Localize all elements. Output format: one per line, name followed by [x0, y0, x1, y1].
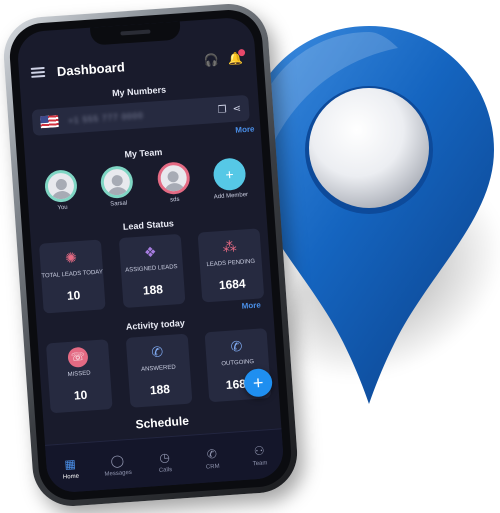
card-label: TOTAL LEADS TODAY: [41, 269, 104, 280]
phone-icon: ✆: [206, 446, 218, 462]
nav-item-home[interactable]: ▦ Home: [51, 455, 91, 482]
nav-label: Messages: [104, 469, 133, 478]
phone-mockup: Dashboard 🎧 🔔 My Numbers +1 555 777 0000…: [1, 1, 300, 509]
answered-call-icon: ✆: [150, 343, 164, 361]
page-title: Dashboard: [56, 58, 126, 79]
card-label: ASSIGNED LEADS: [125, 264, 178, 274]
team-list: You Sarsal sds + Add Member: [32, 156, 259, 213]
total-leads-card[interactable]: ✺ TOTAL LEADS TODAY 10: [38, 239, 106, 314]
card-label: MISSED: [67, 370, 91, 379]
avatar: [156, 161, 191, 196]
missed-calls-card[interactable]: ☏ MISSED 10: [45, 339, 113, 414]
avatar: [100, 165, 135, 200]
share-icon[interactable]: ⋖: [232, 103, 241, 115]
card-label: ANSWERED: [140, 364, 176, 373]
leads-pending-icon: ⁂: [222, 237, 238, 255]
headset-icon[interactable]: 🎧: [203, 52, 220, 69]
activity-more-link[interactable]: More: [241, 300, 261, 310]
phone-number: +1 555 777 0000: [68, 110, 144, 125]
card-value: 10: [66, 288, 81, 303]
card-value: 188: [149, 381, 171, 398]
nav-item-team[interactable]: ⚇ Team: [240, 442, 280, 469]
nav-label: Home: [62, 473, 80, 481]
team-member-you[interactable]: You: [38, 168, 85, 213]
activity-cards: ☏ MISSED 10 ✆ ANSWERED 188 ✆ OUTGOING 16…: [45, 328, 272, 414]
member-name: Add Member: [213, 192, 249, 201]
card-value: 1684: [218, 276, 247, 293]
card-label: LEADS PENDING: [206, 258, 256, 269]
card-value: 188: [142, 282, 164, 298]
team-member-sds[interactable]: sds: [150, 161, 197, 205]
nav-label: CRM: [205, 463, 220, 471]
answered-calls-card[interactable]: ✆ ANSWERED 188: [125, 333, 192, 408]
team-icon: ⚇: [253, 443, 266, 459]
message-icon: ◯: [110, 453, 125, 469]
member-name: Sarsal: [110, 200, 128, 208]
team-member-sarsal[interactable]: Sarsal: [94, 165, 141, 209]
member-name: sds: [169, 196, 180, 204]
us-flag-icon: [40, 115, 59, 129]
bell-icon[interactable]: 🔔: [227, 48, 246, 67]
member-name: You: [57, 204, 68, 212]
leads-group-icon: ✺: [64, 249, 78, 266]
assigned-leads-icon: ❖: [143, 243, 158, 261]
home-icon: ▦: [63, 456, 77, 472]
nav-label: Team: [252, 460, 268, 468]
clock-icon: ◷: [158, 450, 171, 465]
missed-call-icon: ☏: [67, 346, 89, 368]
copy-icon[interactable]: ❐: [217, 104, 227, 116]
app-screen: Dashboard 🎧 🔔 My Numbers +1 555 777 0000…: [16, 16, 285, 494]
notification-dot: [237, 48, 246, 57]
numbers-more-link[interactable]: More: [235, 124, 255, 134]
nav-label: Calls: [158, 467, 173, 474]
card-value: 10: [73, 387, 88, 403]
plus-icon: +: [212, 157, 247, 192]
add-member-button[interactable]: + Add Member: [206, 157, 253, 201]
avatar: [44, 168, 79, 204]
nav-item-messages[interactable]: ◯ Messages: [98, 452, 138, 479]
leads-pending-card[interactable]: ⁂ LEADS PENDING 1684: [197, 228, 265, 303]
nav-item-calls[interactable]: ◷ Calls: [145, 448, 185, 475]
assigned-leads-card[interactable]: ❖ ASSIGNED LEADS 188: [118, 233, 185, 309]
nav-item-crm[interactable]: ✆ CRM: [192, 445, 232, 472]
lead-status-cards: ✺ TOTAL LEADS TODAY 10 ❖ ASSIGNED LEADS …: [38, 228, 265, 314]
menu-icon[interactable]: [30, 66, 46, 78]
outgoing-call-icon: ✆: [230, 337, 243, 355]
